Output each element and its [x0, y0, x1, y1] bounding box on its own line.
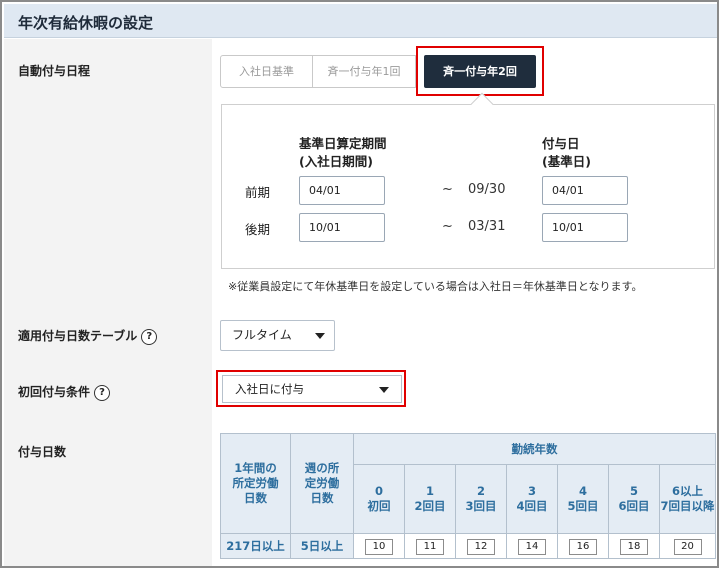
year-header-3: 3 4回目: [506, 464, 558, 534]
year-header-3-bottom: 4回目: [516, 499, 548, 513]
row-weekly-days: 5日以上: [290, 533, 354, 559]
grant-days-label: 付与日数: [18, 445, 67, 459]
year-header-1: 1 2回目: [404, 464, 456, 534]
annual-workdays-header-line1: 1年間の: [234, 461, 277, 475]
years-of-service-header: 勤続年数: [353, 433, 716, 465]
year-header-2: 2 3回目: [455, 464, 507, 534]
grant-cell-6: 20: [659, 533, 716, 559]
year-header-5-top: 5: [629, 484, 638, 498]
year-header-6-top: 6以上: [671, 484, 703, 498]
first-half-tilde: ~: [442, 182, 453, 197]
second-half-grant-field[interactable]: 10/01: [542, 213, 628, 242]
year-header-4-bottom: 5回目: [567, 499, 599, 513]
schedule-option-once-yearly[interactable]: 斉一付与年1回: [312, 55, 416, 88]
help-icon[interactable]: ?: [94, 384, 111, 401]
year-header-0-top: 0: [374, 484, 383, 498]
page-title: 年次有給休暇の設定: [18, 14, 154, 32]
second-half-end: 03/31: [468, 219, 506, 234]
first-grant-label: 初回付与条件: [18, 385, 91, 399]
label-column: [4, 39, 212, 566]
first-grant-label-row: 初回付与条件?: [18, 383, 111, 401]
grant-header-line2: (基準日): [542, 154, 591, 169]
grant-days-input-4[interactable]: 16: [569, 538, 597, 555]
grant-days-table: 1年間の 所定労働 日数 週の所 定労働 日数 勤続年数 0 初回 1 2回目 23…: [220, 433, 716, 559]
grant-days-input-5[interactable]: 18: [620, 538, 648, 555]
year-header-5: 5 6回目: [608, 464, 660, 534]
chevron-down-icon: [315, 333, 325, 339]
year-header-0-bottom: 初回: [367, 499, 391, 513]
first-half-end: 09/30: [468, 182, 506, 197]
year-header-6-bottom: 7回目以降: [660, 499, 715, 513]
grant-cell-3: 14: [506, 533, 558, 559]
grant-days-input-2[interactable]: 12: [467, 538, 495, 555]
table-setting-label: 適用付与日数テーブル: [18, 329, 138, 343]
second-half-start-field[interactable]: 10/01: [299, 213, 385, 242]
table-setting-label-row: 適用付与日数テーブル?: [18, 327, 158, 345]
grant-header-line1: 付与日: [542, 136, 580, 151]
annual-workdays-header: 1年間の 所定労働 日数: [220, 433, 291, 534]
grant-cell-1: 11: [404, 533, 456, 559]
year-header-2-bottom: 3回目: [465, 499, 497, 513]
year-header-5-bottom: 6回目: [618, 499, 650, 513]
annual-workdays-header-line2: 所定労働: [232, 476, 279, 490]
weekly-workdays-header-line3: 日数: [310, 491, 334, 505]
highlight-box-first-grant: [216, 370, 406, 407]
page-header: 年次有給休暇の設定: [4, 4, 717, 38]
grant-days-input-0[interactable]: 10: [365, 538, 393, 555]
year-header-3-top: 3: [527, 484, 536, 498]
second-half-tilde: ~: [442, 219, 453, 234]
year-header-1-top: 1: [425, 484, 434, 498]
grant-days-input-6[interactable]: 20: [673, 538, 702, 555]
period-header-line2: (入社日期間): [299, 154, 373, 169]
year-header-1-bottom: 2回目: [414, 499, 446, 513]
year-header-4: 4 5回目: [557, 464, 609, 534]
settings-frame: 年次有給休暇の設定 自動付与日程 入社日基準 斉一付与年1回 斉一付与年2回 基…: [0, 0, 719, 568]
help-icon[interactable]: ?: [141, 328, 158, 345]
first-half-grant-field[interactable]: 04/01: [542, 176, 628, 205]
row-annual-days: 217日以上: [220, 533, 291, 559]
first-half-label: 前期: [245, 185, 271, 200]
highlight-box-schedule: [416, 46, 544, 96]
year-header-0: 0 初回: [353, 464, 405, 534]
grant-cell-2: 12: [455, 533, 507, 559]
weekly-workdays-header-line1: 週の所: [304, 461, 340, 475]
grant-cell-4: 16: [557, 533, 609, 559]
year-header-4-top: 4: [578, 484, 587, 498]
schedule-label: 自動付与日程: [18, 64, 91, 78]
schedule-option-hire-date[interactable]: 入社日基準: [220, 55, 313, 88]
period-header-line1: 基準日算定期間: [299, 136, 387, 151]
second-half-label: 後期: [245, 222, 271, 237]
note-text: ※従業員設定にて年休基準日を設定している場合は入社日＝年休基準日となります。: [228, 280, 643, 293]
table-setting-value: フルタイム: [232, 328, 292, 342]
grant-cell-5: 18: [608, 533, 660, 559]
grant-cell-0: 10: [353, 533, 405, 559]
first-half-start-field[interactable]: 04/01: [299, 176, 385, 205]
year-header-6: 6以上 7回目以降: [659, 464, 716, 534]
grant-days-input-3[interactable]: 14: [518, 538, 546, 555]
table-setting-dropdown[interactable]: フルタイム: [220, 320, 335, 351]
annual-workdays-header-line3: 日数: [244, 491, 267, 505]
grant-days-input-1[interactable]: 11: [416, 538, 444, 555]
weekly-workdays-header: 週の所 定労働 日数: [290, 433, 354, 534]
year-header-2-top: 2: [476, 484, 485, 498]
weekly-workdays-header-line2: 定労働: [304, 476, 340, 490]
